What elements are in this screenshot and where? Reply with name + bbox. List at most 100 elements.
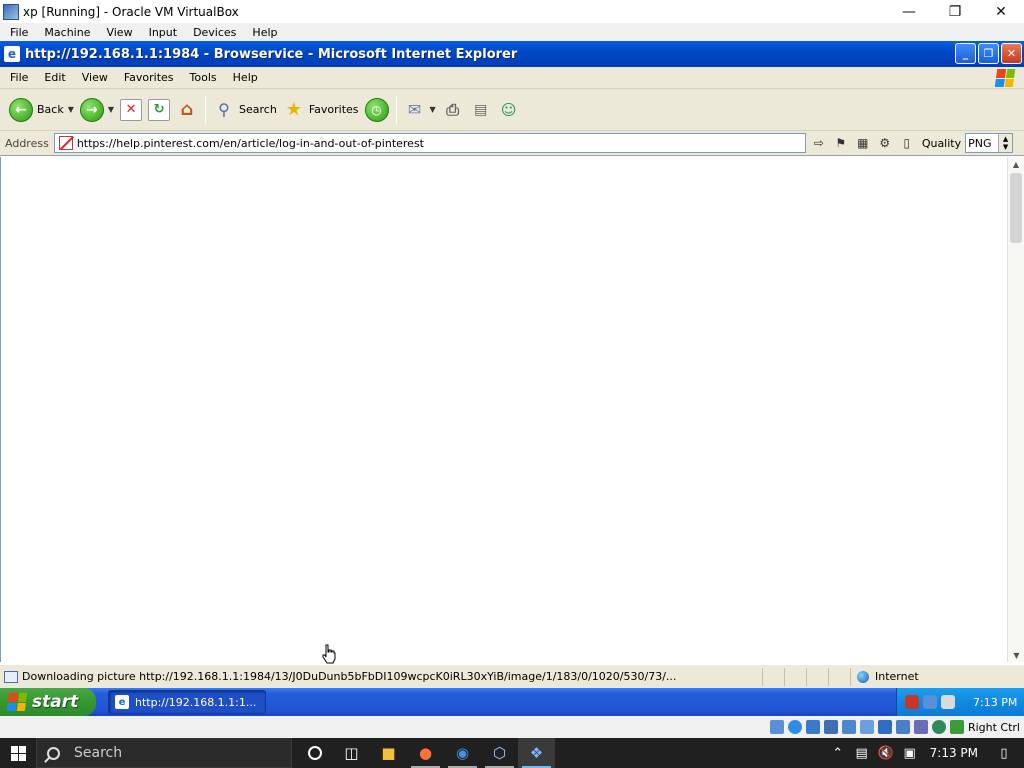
vbox-restore-button[interactable]: ❐	[932, 0, 978, 23]
page-broken-icon	[58, 136, 73, 150]
scrollbar-thumb[interactable]	[1010, 173, 1022, 243]
xp-start-button[interactable]: start	[0, 688, 96, 716]
print-button[interactable]: ⎙	[439, 93, 467, 127]
vertical-scrollbar[interactable]: ▲ ▼	[1007, 157, 1024, 662]
ie-menu-view[interactable]: View	[74, 71, 116, 84]
vbox-menubar: File Machine View Input Devices Help	[0, 23, 1024, 41]
virtualbox-manager-button[interactable]: ⬡	[481, 738, 518, 768]
edit-button[interactable]: ▤	[467, 93, 495, 127]
ie-menu-tools[interactable]: Tools	[182, 71, 225, 84]
chevron-up-icon[interactable]: ⌃	[826, 738, 850, 768]
vbox-menu-view[interactable]: View	[98, 26, 140, 39]
address-url[interactable]: https://help.pinterest.com/en/article/lo…	[77, 137, 424, 150]
power-icon[interactable]: ▣	[898, 738, 922, 768]
scroll-up-icon[interactable]: ▲	[1008, 157, 1024, 171]
clipboard-icon[interactable]: ▯	[898, 134, 916, 152]
ie-menu-file[interactable]: File	[2, 71, 36, 84]
toolbar-separator	[205, 95, 207, 124]
shared-folders-icon[interactable]	[859, 720, 874, 734]
security-zone: Internet	[850, 667, 1005, 686]
xp-task-ie-button[interactable]: e http://192.168.1.1:1...	[108, 690, 266, 714]
windows-start-button[interactable]	[0, 738, 36, 768]
security-shield-icon[interactable]	[905, 695, 919, 709]
page-content[interactable]	[0, 157, 1007, 662]
mail-dropdown-icon[interactable]: ▼	[430, 105, 436, 114]
back-arrow-icon: ←	[9, 97, 33, 122]
refresh-button[interactable]: ↻	[145, 93, 173, 127]
messenger-button[interactable]: ☺	[495, 93, 523, 127]
back-dropdown-icon[interactable]: ▼	[68, 105, 74, 114]
vbox-menu-help[interactable]: Help	[244, 26, 285, 39]
chrome-button[interactable]: ◉	[444, 738, 481, 768]
ie-minimize-button[interactable]: _	[955, 43, 976, 64]
usb-icon[interactable]	[841, 720, 856, 734]
vbox-menu-machine[interactable]: Machine	[36, 26, 98, 39]
vbox-close-button[interactable]: ✕	[978, 0, 1024, 23]
virtualbox-icon	[3, 3, 19, 20]
mail-button[interactable]: ✉ ▼	[401, 93, 439, 127]
address-input[interactable]: https://help.pinterest.com/en/article/lo…	[53, 133, 806, 153]
mail-icon: ✉	[407, 100, 422, 119]
quality-label: Quality	[921, 136, 962, 150]
ie-menu-help[interactable]: Help	[225, 71, 266, 84]
folder-icon: ■	[381, 744, 396, 762]
cortana-button[interactable]	[296, 738, 333, 768]
ie-toolbar: ← Back ▼ → ▼ ✕ ↻ ⌂ ⚲ Search ★ Favorites …	[0, 89, 1024, 131]
windows-taskbar: Search ◫ ■ ● ◉ ⬡ ❖ ⌃ ▤ 🔇 ▣ 7:13 PM ▯	[0, 738, 1024, 768]
mouse-integration-icon[interactable]	[931, 720, 946, 734]
back-button[interactable]: ← Back ▼	[6, 93, 77, 127]
quality-value: PNG	[968, 136, 992, 150]
ie-maximize-button[interactable]: ❐	[978, 43, 999, 64]
virtualbox-vm-button[interactable]: ❖	[518, 738, 555, 768]
vbox-menu-input[interactable]: Input	[141, 26, 185, 39]
scroll-down-icon[interactable]: ▼	[1008, 648, 1024, 662]
stop-button[interactable]: ✕	[117, 93, 145, 127]
keyboard-icon[interactable]	[949, 720, 964, 734]
firefox-button[interactable]: ●	[407, 738, 444, 768]
notification-icon[interactable]: ▯	[992, 738, 1016, 768]
ie-menu-favorites[interactable]: Favorites	[116, 71, 182, 84]
vbox-menu-file[interactable]: File	[2, 26, 36, 39]
windows-search-box[interactable]: Search	[36, 738, 292, 768]
network-icon[interactable]: ▤	[850, 738, 874, 768]
start-label: start	[32, 692, 79, 712]
windows-clock[interactable]: 7:13 PM	[930, 746, 978, 760]
forward-button[interactable]: → ▼	[77, 93, 117, 127]
audio-icon[interactable]	[805, 720, 820, 734]
task-view-icon: ◫	[344, 744, 359, 762]
video-capture-icon[interactable]	[895, 720, 910, 734]
task-view-button[interactable]: ◫	[333, 738, 370, 768]
go-arrow-icon[interactable]: ⇨	[810, 134, 828, 152]
home-button[interactable]: ⌂	[173, 93, 201, 127]
network-icon[interactable]	[923, 695, 937, 709]
display-icon[interactable]	[877, 720, 892, 734]
windows-logo-icon	[994, 69, 1016, 87]
search-button[interactable]: ⚲ Search	[210, 93, 280, 127]
speaker-muted-icon[interactable]: 🔇	[874, 738, 898, 768]
back-label: Back	[37, 103, 64, 116]
cortana-circle-icon	[307, 746, 322, 760]
xp-system-tray: 7:13 PM	[896, 688, 1024, 716]
ie-menu-edit[interactable]: Edit	[36, 71, 73, 84]
save-page-icon[interactable]: ▦	[854, 134, 872, 152]
hdd-icon[interactable]	[769, 720, 784, 734]
quality-spinner-icon[interactable]: ▲ ▼	[998, 134, 1013, 152]
vt-x-icon[interactable]	[913, 720, 928, 734]
forward-dropdown-icon[interactable]: ▼	[108, 105, 114, 114]
find-binoculars-icon[interactable]: ⚙	[876, 134, 894, 152]
quality-select[interactable]: PNG ▲ ▼	[965, 133, 1014, 153]
vbox-menu-devices[interactable]: Devices	[185, 26, 244, 39]
file-explorer-button[interactable]: ■	[370, 738, 407, 768]
vbox-minimize-button[interactable]: —	[886, 0, 932, 23]
star-icon: ★	[285, 99, 302, 120]
history-button[interactable]: ◷	[362, 93, 392, 127]
optical-drive-icon[interactable]	[787, 720, 802, 734]
windows-system-tray: ⌃ ▤ 🔇 ▣ 7:13 PM ▯	[826, 738, 1024, 768]
ie-close-button[interactable]: ✕	[1001, 43, 1022, 64]
bookmark-icon[interactable]: ⚑	[832, 134, 850, 152]
favorites-button[interactable]: ★ Favorites	[280, 93, 362, 127]
history-clock-icon: ◷	[364, 97, 389, 122]
ie-menubar: File Edit View Favorites Tools Help	[0, 67, 1024, 89]
network-adapter-icon[interactable]	[823, 720, 838, 734]
volume-icon[interactable]	[941, 695, 955, 709]
